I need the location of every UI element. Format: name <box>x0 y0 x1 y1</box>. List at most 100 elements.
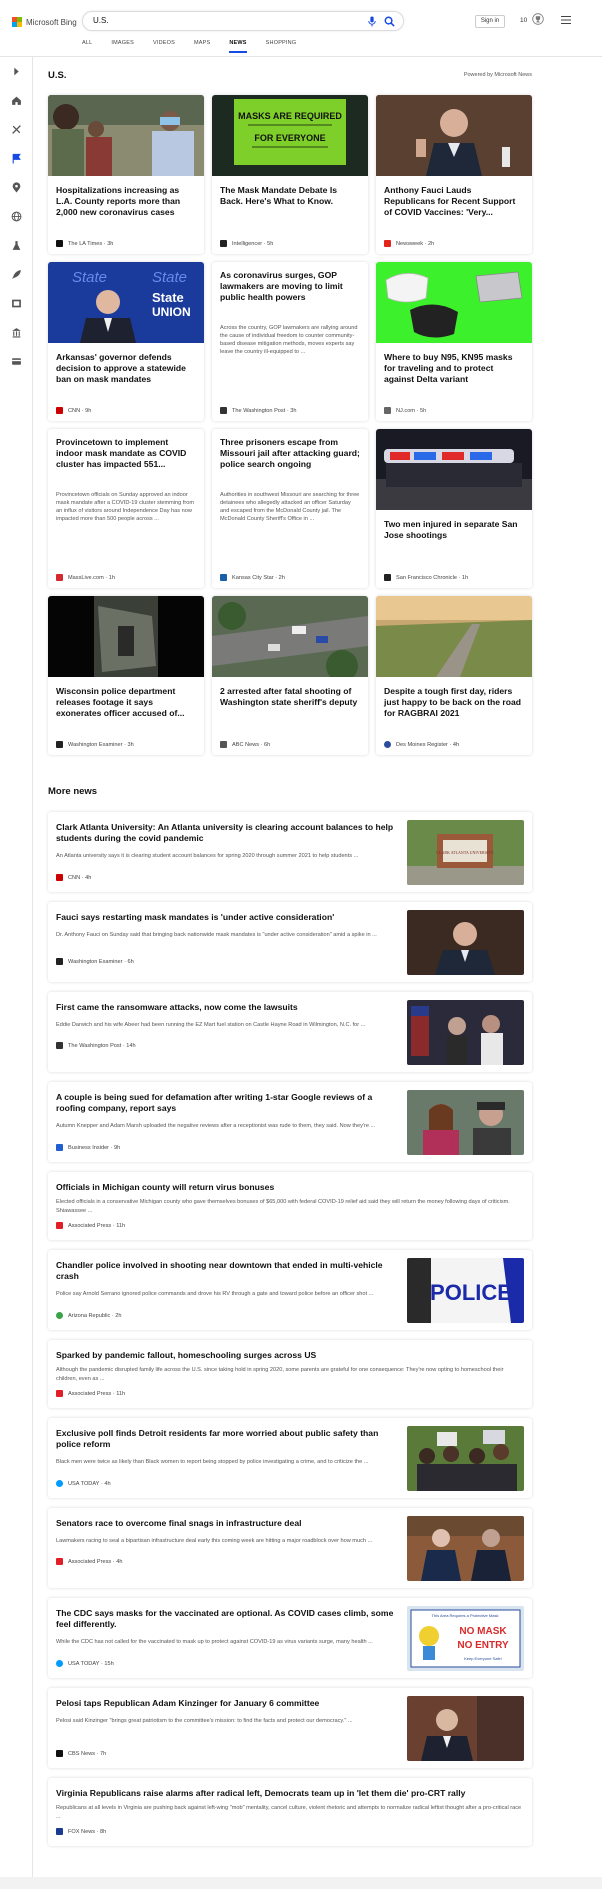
card-title[interactable]: Provincetown to implement indoor mask ma… <box>56 437 196 470</box>
item-image <box>407 910 524 975</box>
search-icon[interactable] <box>384 16 395 27</box>
more-news-item[interactable]: Senators race to overcome final snags in… <box>48 1508 532 1588</box>
item-title[interactable]: Fauci says restarting mask mandates is '… <box>56 912 396 923</box>
news-card[interactable]: As coronavirus surges, GOP lawmakers are… <box>212 262 368 421</box>
card-title[interactable]: The Mask Mandate Debate Is Back. Here's … <box>220 185 360 207</box>
card-title[interactable]: As coronavirus surges, GOP lawmakers are… <box>220 270 360 303</box>
source-name: Intelligencer <box>232 240 263 247</box>
card-source: Kansas City Star · 2h <box>220 574 285 581</box>
more-news-item[interactable]: First came the ransomware attacks, now c… <box>48 992 532 1072</box>
item-title[interactable]: Exclusive poll finds Detroit residents f… <box>56 1428 396 1450</box>
bing-logo[interactable]: Microsoft Bing <box>12 17 77 27</box>
source-logo-icon <box>220 741 227 748</box>
item-title[interactable]: Sparked by pandemic fallout, homeschooli… <box>56 1350 524 1361</box>
more-news-item[interactable]: Fauci says restarting mask mandates is '… <box>48 902 532 982</box>
signin-button[interactable]: Sign in <box>475 15 505 28</box>
film-icon[interactable] <box>11 298 22 309</box>
item-image: POLICE <box>407 1258 524 1323</box>
home-icon[interactable] <box>11 95 22 106</box>
card-title[interactable]: Anthony Fauci Lauds Republicans for Rece… <box>384 185 524 218</box>
search-box[interactable] <box>82 11 404 31</box>
card-image <box>376 262 532 343</box>
rewards-count[interactable]: 10 <box>520 17 527 24</box>
item-title[interactable]: First came the ransomware attacks, now c… <box>56 1002 396 1013</box>
article-age: 14h <box>126 1042 136 1049</box>
item-title[interactable]: A couple is being sued for defamation af… <box>56 1092 396 1114</box>
item-title[interactable]: Officials in Michigan county will return… <box>56 1182 524 1193</box>
more-news-item[interactable]: Pelosi taps Republican Adam Kinzinger fo… <box>48 1688 532 1768</box>
card-title[interactable]: 2 arrested after fatal shooting of Washi… <box>220 686 360 708</box>
card-title[interactable]: Two men injured in separate San Jose sho… <box>384 519 524 541</box>
powered-by[interactable]: Powered by Microsoft News <box>464 72 532 78</box>
source-name: Washington Examiner <box>68 958 123 965</box>
card-title[interactable]: Arkansas' governor defends decision to a… <box>56 352 196 385</box>
card-source: ABC News · 6h <box>220 741 270 748</box>
item-source: USA TODAY · 4h <box>56 1480 111 1487</box>
source-logo-icon <box>56 741 63 748</box>
expand-icon[interactable] <box>11 66 22 77</box>
item-title[interactable]: Chandler police involved in shooting nea… <box>56 1260 396 1282</box>
flag-icon[interactable] <box>11 153 22 164</box>
news-card[interactable]: Two men injured in separate San Jose sho… <box>376 429 532 588</box>
item-title[interactable]: Senators race to overcome final snags in… <box>56 1518 396 1529</box>
tab-all[interactable]: ALL <box>82 40 92 53</box>
news-card[interactable]: Hospitalizations increasing as L.A. Coun… <box>48 95 204 254</box>
location-icon[interactable] <box>11 182 22 193</box>
card-title[interactable]: Where to buy N95, KN95 masks for traveli… <box>384 352 524 385</box>
microphone-icon[interactable] <box>367 16 377 27</box>
news-card[interactable]: Where to buy N95, KN95 masks for traveli… <box>376 262 532 421</box>
source-logo-icon <box>56 1558 63 1565</box>
card-source: Intelligencer · 5h <box>220 240 273 247</box>
news-card[interactable]: Three prisoners escape from Missouri jai… <box>212 429 368 588</box>
rocket-icon[interactable] <box>11 269 22 280</box>
item-title[interactable]: Pelosi taps Republican Adam Kinzinger fo… <box>56 1698 396 1709</box>
article-age: 1h <box>461 574 469 581</box>
source-logo-icon <box>384 574 391 581</box>
search-input[interactable] <box>93 16 293 25</box>
item-title[interactable]: Clark Atlanta University: An Atlanta uni… <box>56 822 396 844</box>
news-card[interactable]: MASKS ARE REQUIRED FOR EVERYONE The Mask… <box>212 95 368 254</box>
source-logo-icon <box>384 741 391 748</box>
card-title[interactable]: Hospitalizations increasing as L.A. Coun… <box>56 185 196 218</box>
card-title[interactable]: Wisconsin police department releases foo… <box>56 686 196 719</box>
source-name: CNN <box>68 407 81 414</box>
card-title[interactable]: Three prisoners escape from Missouri jai… <box>220 437 360 470</box>
globe-icon[interactable] <box>11 211 22 222</box>
more-news-item[interactable]: A couple is being sued for defamation af… <box>48 1082 532 1162</box>
source-name: ABC News <box>232 741 260 748</box>
news-card[interactable]: Wisconsin police department releases foo… <box>48 596 204 755</box>
tools-icon[interactable] <box>11 124 22 135</box>
item-title[interactable]: Virginia Republicans raise alarms after … <box>56 1788 524 1799</box>
card-icon[interactable] <box>11 356 22 367</box>
source-logo-icon <box>220 407 227 414</box>
tab-images[interactable]: IMAGES <box>111 40 134 53</box>
item-image <box>407 1516 524 1581</box>
more-news-item[interactable]: Sparked by pandemic fallout, homeschooli… <box>48 1340 532 1408</box>
source-name: MassLive.com <box>68 574 104 581</box>
card-title[interactable]: Despite a tough first day, riders just h… <box>384 686 524 719</box>
news-card[interactable]: Despite a tough first day, riders just h… <box>376 596 532 755</box>
more-news-item[interactable]: Exclusive poll finds Detroit residents f… <box>48 1418 532 1498</box>
more-news-item[interactable]: Clark Atlanta University: An Atlanta uni… <box>48 812 532 892</box>
rewards-trophy-icon[interactable] <box>532 13 544 25</box>
news-card[interactable]: Anthony Fauci Lauds Republicans for Rece… <box>376 95 532 254</box>
source-name: Washington Examiner <box>68 741 123 748</box>
article-age: 11h <box>116 1390 126 1397</box>
more-news-item[interactable]: The CDC says masks for the vaccinated ar… <box>48 1598 532 1678</box>
hamburger-menu-icon[interactable] <box>561 16 571 24</box>
source-name: Associated Press <box>68 1390 112 1397</box>
science-icon[interactable] <box>11 240 22 251</box>
tab-maps[interactable]: MAPS <box>194 40 210 53</box>
tab-news[interactable]: NEWS <box>229 40 247 53</box>
news-card[interactable]: 2 arrested after fatal shooting of Washi… <box>212 596 368 755</box>
news-card[interactable]: State State State UNION Arkansas' govern… <box>48 262 204 421</box>
source-logo-icon <box>56 1042 63 1049</box>
item-title[interactable]: The CDC says masks for the vaccinated ar… <box>56 1608 396 1630</box>
more-news-item[interactable]: Virginia Republicans raise alarms after … <box>48 1778 532 1846</box>
tab-videos[interactable]: VIDEOS <box>153 40 175 53</box>
tab-shopping[interactable]: SHOPPING <box>266 40 297 53</box>
more-news-item[interactable]: Officials in Michigan county will return… <box>48 1172 532 1240</box>
bank-icon[interactable] <box>11 327 22 338</box>
news-card[interactable]: Provincetown to implement indoor mask ma… <box>48 429 204 588</box>
more-news-item[interactable]: Chandler police involved in shooting nea… <box>48 1250 532 1330</box>
